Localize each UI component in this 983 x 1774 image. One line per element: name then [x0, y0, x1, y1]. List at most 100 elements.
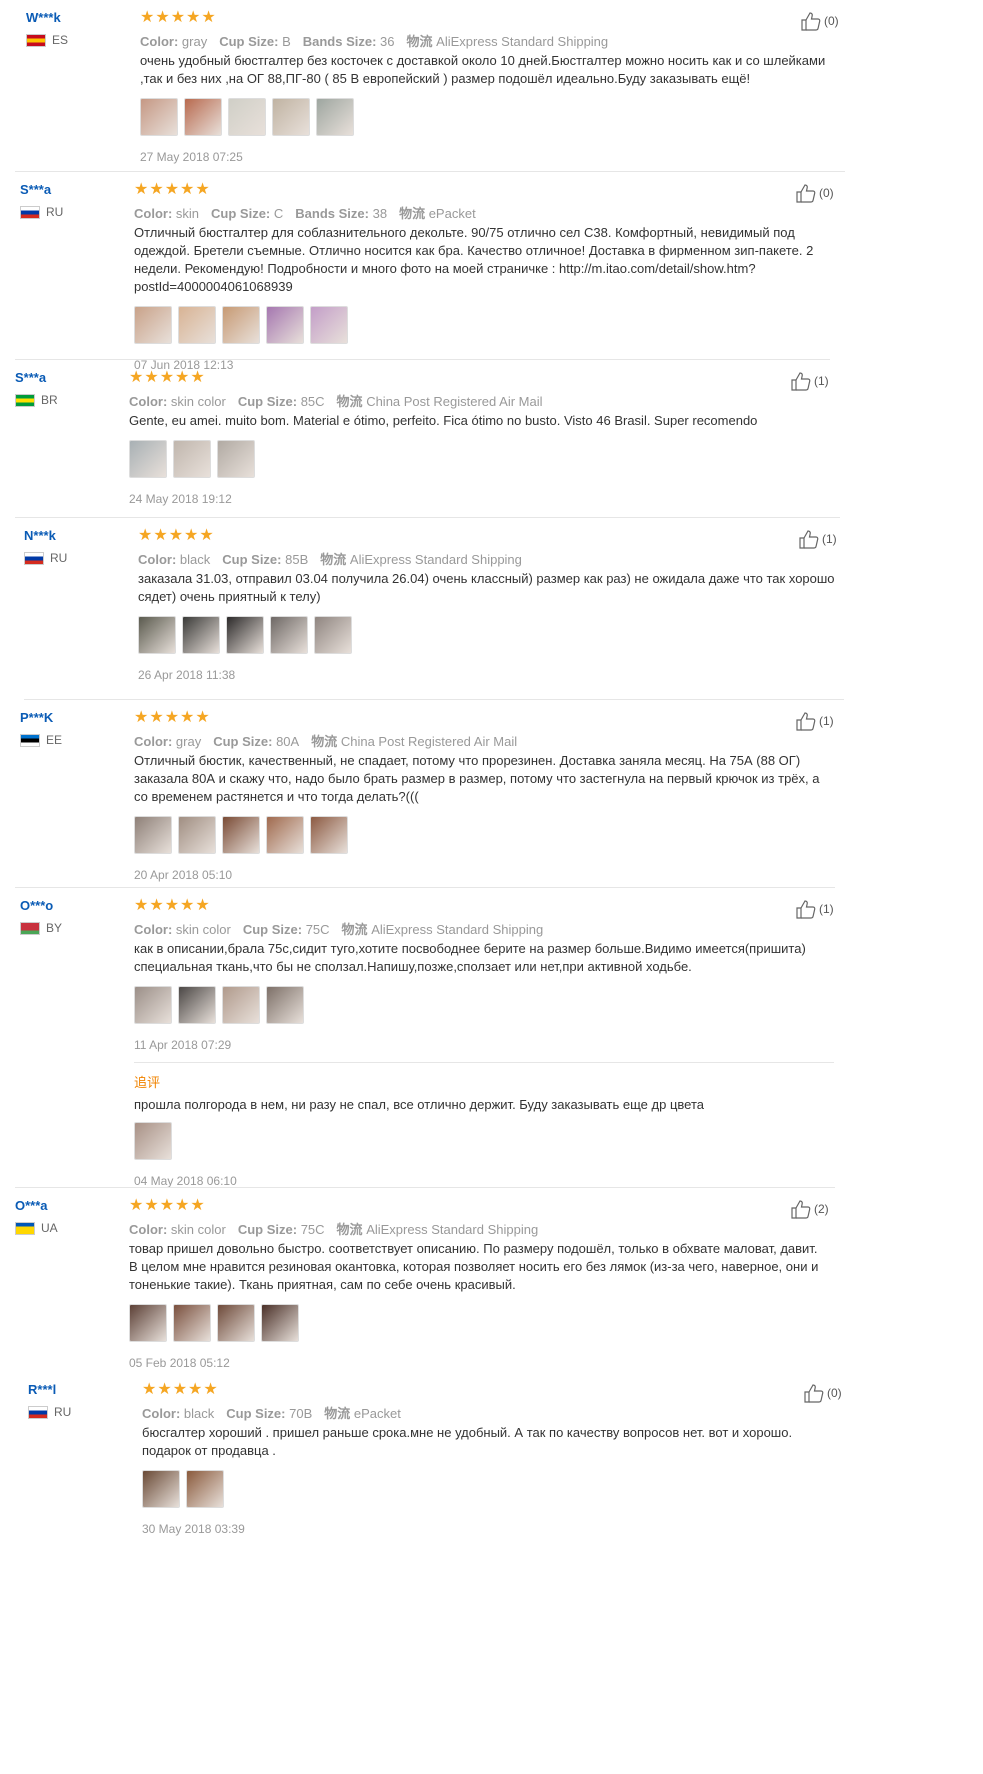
cup-size-value: B	[282, 34, 291, 49]
review-photo-thumbnail[interactable]	[142, 1470, 180, 1508]
helpful-button[interactable]: (1)	[790, 371, 829, 391]
review-date: 30 May 2018 03:39	[142, 1522, 245, 1536]
thumbs-up-icon	[791, 1200, 811, 1219]
country-code: UA	[41, 1221, 58, 1235]
review-photo-thumbnail[interactable]	[270, 616, 308, 654]
cup-size-value: 85C	[300, 394, 325, 409]
reviewer-name[interactable]: N***k	[24, 528, 56, 543]
bands-size-label: Bands Size:	[302, 34, 377, 49]
star-rating: ★★★★★	[134, 709, 211, 726]
country-code: BY	[46, 921, 63, 935]
shipping-value: AliExpress Standard Shipping	[349, 552, 522, 567]
followup-text: прошла полгорода в нем, ни разу не спал,…	[134, 1097, 704, 1112]
review-photo-thumbnail[interactable]	[184, 98, 222, 136]
reviewer-name[interactable]: O***a	[15, 1198, 48, 1213]
bands-size-value: 36	[380, 34, 395, 49]
review-photo-thumbnail[interactable]	[261, 1304, 299, 1342]
cup-size-value: 80A	[276, 734, 300, 749]
reviewer-name[interactable]: W***k	[26, 10, 61, 25]
review-photo-thumbnail[interactable]	[140, 98, 178, 136]
review-divider	[15, 887, 835, 888]
helpful-button[interactable]: (1)	[795, 711, 834, 731]
review-photo-thumbnail[interactable]	[222, 306, 260, 344]
helpful-button[interactable]: (0)	[795, 183, 834, 203]
review-photo-thumbnail[interactable]	[272, 98, 310, 136]
country-code: BR	[41, 393, 58, 407]
reviewer-name[interactable]: S***a	[15, 370, 46, 385]
country-flag-icon	[15, 393, 35, 407]
review-photo-thumbnail[interactable]	[173, 440, 211, 478]
cup-size-value: 85B	[285, 552, 309, 567]
shipping-label: 物流	[311, 734, 338, 749]
reviewer-country: RU	[20, 205, 63, 219]
order-attributes: Color: black Cup Size: 85B 物流 AliExpress S…	[138, 549, 534, 568]
cup-size-value: C	[273, 206, 284, 221]
review-photo-thumbnail[interactable]	[173, 1304, 211, 1342]
reviewer-name[interactable]: P***K	[20, 710, 53, 725]
review-photo-thumbnail[interactable]	[178, 816, 216, 854]
helpful-count: (1)	[822, 532, 837, 546]
helpful-count: (1)	[814, 374, 829, 388]
review-photo-thumbnail[interactable]	[228, 98, 266, 136]
review-photo-thumbnail[interactable]	[134, 986, 172, 1024]
review-photo-thumbnail[interactable]	[217, 440, 255, 478]
cup-size-label: Cup Size:	[226, 1406, 286, 1421]
review-photo-thumbnail[interactable]	[310, 306, 348, 344]
review-photo-thumbnail[interactable]	[134, 1122, 172, 1160]
cup-size-label: Cup Size:	[237, 1222, 298, 1237]
shipping-label: 物流	[320, 552, 347, 567]
review-photo-thumbnail[interactable]	[314, 616, 352, 654]
helpful-button[interactable]: (1)	[795, 899, 834, 919]
cup-size-label: Cup Size:	[219, 34, 279, 49]
reviewer-name[interactable]: O***o	[20, 898, 53, 913]
shipping-value: AliExpress Standard Shipping	[366, 1222, 539, 1237]
review-photo-thumbnail[interactable]	[266, 986, 304, 1024]
review-photos	[134, 306, 348, 344]
review-photo-thumbnail[interactable]	[266, 306, 304, 344]
helpful-count: (1)	[819, 902, 834, 916]
review-photo-thumbnail[interactable]	[310, 816, 348, 854]
review-photos	[129, 1304, 299, 1342]
helpful-button[interactable]: (2)	[790, 1199, 829, 1219]
reviewer-name[interactable]: R***l	[28, 1382, 56, 1397]
thumbs-up-icon	[796, 712, 816, 731]
review-photo-thumbnail[interactable]	[134, 816, 172, 854]
color-label: Color:	[129, 394, 168, 409]
helpful-button[interactable]: (1)	[798, 529, 837, 549]
review-photo-thumbnail[interactable]	[266, 816, 304, 854]
review-photo-thumbnail[interactable]	[178, 306, 216, 344]
review-photo-thumbnail[interactable]	[316, 98, 354, 136]
helpful-count: (0)	[824, 14, 839, 28]
review-photo-thumbnail[interactable]	[217, 1304, 255, 1342]
reviewer-country: BY	[20, 921, 62, 935]
country-code: RU	[54, 1405, 72, 1419]
country-code: RU	[46, 205, 64, 219]
review-photos	[129, 440, 255, 478]
review-text: товар пришел довольно быстро. соответств…	[129, 1241, 819, 1292]
review-text: очень удобный бюстгалтер без косточек с …	[140, 53, 826, 86]
star-rating: ★★★★★	[138, 527, 215, 544]
review-photo-thumbnail[interactable]	[182, 616, 220, 654]
color-label: Color:	[134, 734, 173, 749]
review-photo-thumbnail[interactable]	[129, 1304, 167, 1342]
color-value: gray	[175, 734, 202, 749]
review-divider	[15, 359, 830, 360]
review-photo-thumbnail[interactable]	[222, 986, 260, 1024]
review-photo-thumbnail[interactable]	[134, 306, 172, 344]
shipping-label: 物流	[406, 34, 433, 49]
country-flag-icon	[28, 1405, 48, 1419]
review-photo-thumbnail[interactable]	[222, 816, 260, 854]
review-photo-thumbnail[interactable]	[186, 1470, 224, 1508]
helpful-count: (1)	[819, 714, 834, 728]
cup-size-label: Cup Size:	[213, 734, 273, 749]
helpful-button[interactable]: (0)	[803, 1383, 842, 1403]
star-rating: ★★★★★	[140, 9, 217, 26]
reviewer-name[interactable]: S***a	[20, 182, 51, 197]
reviewer-country: RU	[24, 551, 67, 565]
review-photo-thumbnail[interactable]	[226, 616, 264, 654]
review-photo-thumbnail[interactable]	[138, 616, 176, 654]
review-photo-thumbnail[interactable]	[129, 440, 167, 478]
review-photo-thumbnail[interactable]	[178, 986, 216, 1024]
reviewer-country: UA	[15, 1221, 58, 1235]
helpful-button[interactable]: (0)	[800, 11, 839, 31]
